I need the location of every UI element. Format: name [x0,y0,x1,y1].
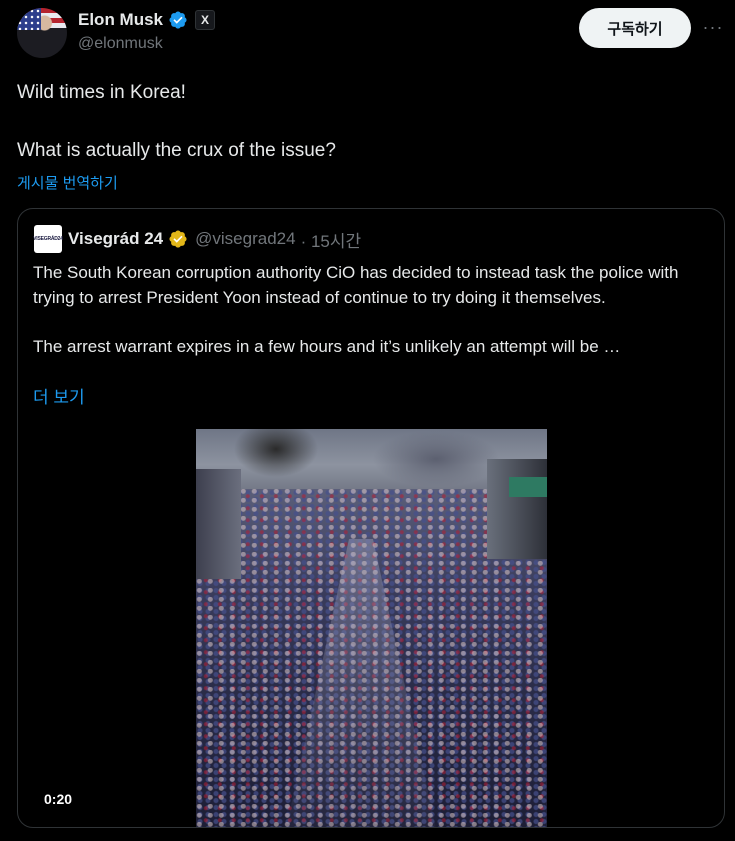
video-frame [196,429,547,827]
gold-verified-badge-icon [169,230,187,248]
quoted-paragraph: The arrest warrant expires in a few hour… [33,337,621,356]
verified-badge-icon [169,11,187,29]
more-options-icon[interactable]: ··· [700,14,726,40]
author-name-row: Elon Musk X [78,9,216,31]
quoted-paragraph: The South Korean corruption authority Ci… [33,263,679,307]
tweet-text: Wild times in Korea! What is actually th… [17,80,717,163]
tweet-line: Wild times in Korea! [17,82,186,103]
video-player[interactable] [196,429,547,827]
quoted-tweet-card[interactable]: VISEGRÁD24 Visegrád 24 @visegrad24 · 15시… [17,208,725,828]
show-more-link[interactable]: 더 보기 [33,383,85,408]
translate-post-link[interactable]: 게시물 번역하기 [17,172,118,193]
quoted-author-avatar[interactable]: VISEGRÁD24 [33,225,63,253]
quoted-timestamp[interactable]: · 15시간 [301,227,362,252]
quoted-author-handle[interactable]: @visegrad24 [195,229,295,249]
quoted-text: The South Korean corruption authority Ci… [33,260,713,359]
tweet-line: What is actually the crux of the issue? [17,140,336,161]
quoted-author-name[interactable]: Visegrád 24 [68,229,163,249]
author-avatar[interactable] [17,8,67,58]
quoted-header: Visegrád 24 @visegrad24 · 15시간 [68,227,361,251]
author-handle[interactable]: @elonmusk [78,35,163,53]
subscribe-button[interactable]: 구독하기 [579,8,691,48]
author-name[interactable]: Elon Musk [78,10,163,30]
video-duration: 0:20 [44,791,73,807]
x-affiliation-icon: X [195,10,216,30]
